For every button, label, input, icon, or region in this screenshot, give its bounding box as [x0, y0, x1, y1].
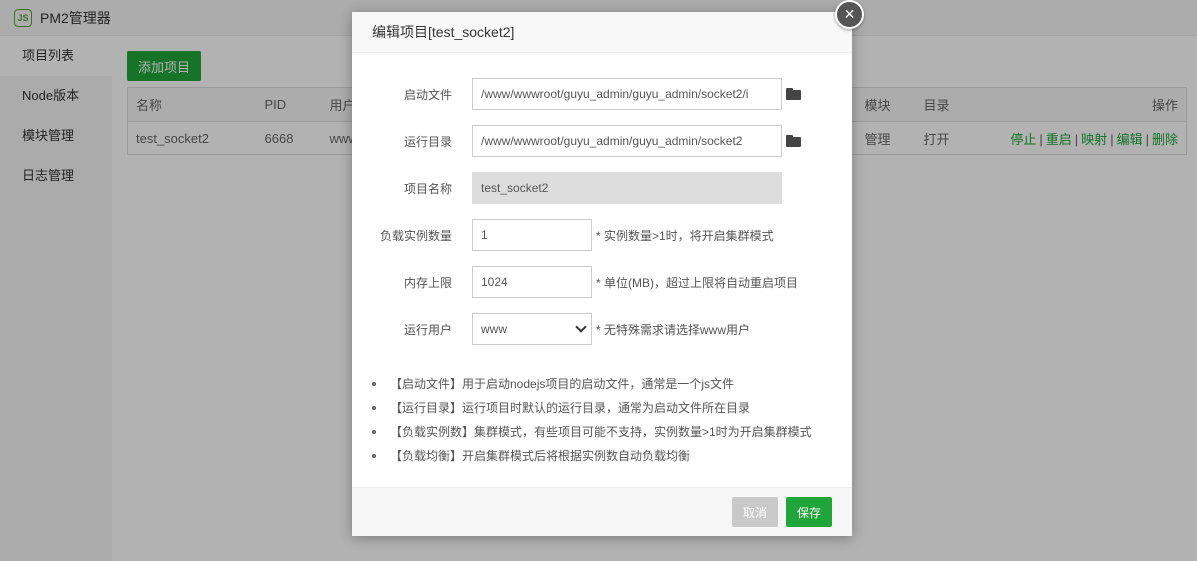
folder-open-icon[interactable]	[786, 135, 802, 147]
dialog-footer: 取消 保存	[352, 487, 852, 536]
memory-hint: * 单位(MB)，超过上限将自动重启项目	[596, 275, 798, 290]
run-dir-row: 运行目录 /www/wwwroot/guyu_admin/guyu_admin/…	[352, 125, 852, 157]
help-notes: 【启动文件】用于启动nodejs项目的启动文件，通常是一个js文件 【运行目录】…	[372, 372, 832, 468]
run-user-value: www	[481, 322, 507, 336]
run-dir-label: 运行目录	[403, 134, 452, 149]
run-user-select[interactable]: www	[472, 313, 592, 345]
instances-row: 负载实例数量 1 * 实例数量>1时，将开启集群模式	[352, 219, 852, 251]
folder-open-icon[interactable]	[786, 88, 802, 100]
start-file-row: 启动文件 /www/wwwroot/guyu_admin/guyu_admin/…	[352, 78, 852, 110]
note-item: 【负载实例数】集群模式，有些项目可能不支持，实例数量>1时为开启集群模式	[372, 420, 832, 444]
save-button[interactable]: 保存	[786, 497, 832, 527]
project-name-row: 项目名称 test_socket2	[352, 172, 852, 204]
note-item: 【启动文件】用于启动nodejs项目的启动文件，通常是一个js文件	[372, 372, 832, 396]
dialog-title: 编辑项目[test_socket2]	[352, 12, 852, 53]
memory-row: 内存上限 1024 * 单位(MB)，超过上限将自动重启项目	[352, 266, 852, 298]
project-name-input: test_socket2	[472, 172, 782, 204]
memory-label: 内存上限	[403, 275, 452, 290]
instances-input[interactable]: 1	[472, 219, 592, 251]
close-icon[interactable]: ×	[835, 0, 864, 29]
project-name-label: 项目名称	[403, 181, 452, 196]
cancel-button[interactable]: 取消	[732, 497, 778, 527]
instances-hint: * 实例数量>1时，将开启集群模式	[596, 228, 774, 243]
start-file-input[interactable]: /www/wwwroot/guyu_admin/guyu_admin/socke…	[472, 78, 782, 110]
note-item: 【运行目录】运行项目时默认的运行目录，通常为启动文件所在目录	[372, 396, 832, 420]
run-user-row: 运行用户 www * 无特殊需求请选择www用户	[352, 313, 852, 345]
edit-project-dialog: 编辑项目[test_socket2] 启动文件 /www/wwwroot/guy…	[352, 12, 852, 536]
note-item: 【负载均衡】开启集群模式后将根据实例数自动负载均衡	[372, 444, 832, 468]
start-file-label: 启动文件	[403, 87, 452, 102]
chevron-down-icon	[575, 321, 587, 333]
run-user-label: 运行用户	[403, 322, 452, 337]
memory-input[interactable]: 1024	[472, 266, 592, 298]
run-dir-input[interactable]: /www/wwwroot/guyu_admin/guyu_admin/socke…	[472, 125, 782, 157]
instances-label: 负载实例数量	[379, 228, 452, 243]
run-user-hint: * 无特殊需求请选择www用户	[596, 322, 751, 337]
